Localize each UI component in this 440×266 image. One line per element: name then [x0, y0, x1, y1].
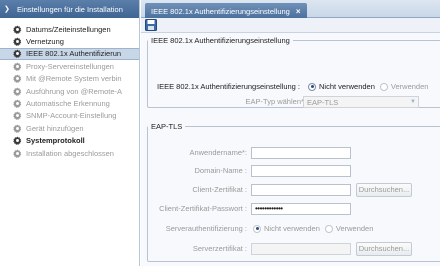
gear-icon — [13, 136, 22, 146]
server-cert-browse-button[interactable]: Durchsuchen... — [356, 242, 412, 256]
sidebar-item-label: SNMP-Account-Einstellung — [26, 111, 117, 121]
gear-icon — [13, 49, 22, 59]
eap-type-label: EAP-Typ wählen*: — [245, 97, 306, 106]
sidebar-item[interactable]: Ausführung von @Remote-A — [0, 85, 139, 97]
gear-icon — [13, 99, 22, 108]
sidebar-item-label: Proxy-Servereinstellungen — [26, 61, 114, 71]
save-icon[interactable] — [145, 19, 157, 31]
eap-type-select[interactable]: EAP-TLS ▼ — [303, 96, 419, 108]
sidebar-item-label: Automatische Erkennung — [26, 99, 110, 109]
username-input[interactable] — [251, 147, 351, 159]
gear-icon — [13, 25, 22, 34]
server-auth-options: Nicht verwenden Verwenden — [253, 224, 373, 233]
sidebar-item-label: IEEE 802.1x Authentifizierun — [26, 49, 122, 59]
client-cert-browse-button[interactable]: Durchsuchen... — [356, 183, 412, 197]
eap-type-label-row: EAP-Typ wählen*: — [211, 97, 306, 106]
server-auth-label-row: Serverauthentifizierung : — [147, 224, 247, 233]
chevron-down-icon[interactable]: ❯ — [4, 5, 13, 13]
gear-icon — [13, 124, 22, 133]
gear-icon — [13, 149, 22, 158]
client-cert-input[interactable] — [251, 184, 351, 196]
server-auth-off-radio[interactable] — [253, 224, 261, 233]
sidebar-item-label: Installation abgeschlossen — [26, 148, 114, 158]
auth-off-label[interactable]: Nicht verwenden — [319, 82, 375, 91]
sidebar-item-label: Systemprotokoll — [26, 136, 85, 146]
domain-label: Domain-Name : — [194, 166, 247, 175]
server-cert-label: Serverzertifikat : — [192, 244, 247, 253]
tab-label: IEEE 802.1x Authentifizierungseinstellun… — [151, 6, 290, 16]
ieee-group-legend: IEEE 802.1x Authentifizierungseinstellun… — [151, 36, 290, 45]
sidebar-header[interactable]: ❯ Einstellungen für die Installation — [0, 0, 139, 18]
sidebar-item[interactable]: Proxy-Servereinstellungen — [0, 60, 139, 72]
server-auth-label: Serverauthentifizierung : — [165, 224, 247, 233]
domain-row: Domain-Name : — [147, 166, 247, 175]
gear-icon — [13, 62, 22, 71]
client-cert-row: Client-Zertifikat : — [147, 185, 247, 194]
domain-input[interactable] — [251, 165, 351, 177]
sidebar-item[interactable]: Automatische Erkennung — [0, 97, 139, 109]
gear-icon — [13, 87, 22, 96]
client-cert-pw-input[interactable]: •••••••••••• — [251, 203, 351, 215]
close-icon[interactable]: × — [296, 7, 301, 16]
client-cert-label: Client-Zertifikat : — [192, 185, 247, 194]
sidebar-item-label: Datums/Zeiteinstellungen — [26, 24, 111, 34]
server-auth-off-label[interactable]: Nicht verwenden — [264, 224, 320, 233]
server-auth-on-radio[interactable] — [324, 224, 333, 233]
sidebar-item-label: Mit @Remote System verbin — [26, 74, 122, 84]
auth-off-radio[interactable] — [308, 82, 317, 91]
sidebar-item[interactable]: IEEE 802.1x Authentifizierun — [0, 47, 139, 61]
server-cert-input[interactable] — [251, 243, 351, 255]
server-auth-on-label[interactable]: Verwenden — [336, 224, 374, 233]
sidebar-item-label: Vernetzung — [26, 37, 64, 47]
sidebar-item[interactable]: SNMP-Account-Einstellung — [0, 110, 139, 122]
sidebar-header-title: Einstellungen für die Installation — [17, 4, 123, 14]
settings-sidebar: ❯ Einstellungen für die Installation Dat… — [0, 0, 140, 266]
password-value: •••••••••••• — [255, 204, 283, 213]
sidebar-item[interactable]: Systemprotokoll — [0, 135, 139, 147]
sidebar-item-label: Gerät hinzufügen — [26, 123, 84, 133]
sidebar-item-label: Ausführung von @Remote-A — [26, 86, 122, 96]
chevron-down-icon[interactable]: ▼ — [409, 98, 417, 107]
main-panel: IEEE 802.1x Authentifizierungseinstellun… — [141, 0, 440, 266]
eap-type-value: EAP-TLS — [307, 98, 339, 107]
server-cert-row: Serverzertifikat : — [147, 244, 247, 253]
sidebar-item[interactable]: Vernetzung — [0, 35, 139, 47]
client-cert-pw-row: Client-Zertifikat-Passwort : — [147, 204, 247, 213]
auth-setting-label: IEEE 802.1x Authentifizierungseinstellun… — [157, 82, 301, 91]
sidebar-item[interactable]: Mit @Remote System verbin — [0, 73, 139, 85]
auth-on-radio[interactable] — [379, 82, 388, 91]
sidebar-item[interactable]: Datums/Zeiteinstellungen — [0, 23, 139, 35]
sidebar-item[interactable]: Installation abgeschlossen — [0, 147, 139, 159]
sidebar-list: Datums/Zeiteinstellungen Vernetzung IEEE 8… — [0, 18, 139, 159]
gear-icon — [13, 111, 22, 121]
username-label: Anwendername*: — [189, 148, 247, 157]
gear-icon — [13, 74, 22, 84]
auth-on-label[interactable]: Verwenden — [391, 82, 429, 91]
tab-bar: IEEE 802.1x Authentifizierungseinstellun… — [141, 0, 440, 19]
username-row: Anwendername*: — [147, 148, 247, 157]
eap-tls-legend: EAP-TLS — [151, 122, 183, 131]
tab-ieee-auth[interactable]: IEEE 802.1x Authentifizierungseinstellun… — [145, 3, 307, 19]
auth-setting-row: IEEE 802.1x Authentifizierungseinstellun… — [157, 82, 428, 91]
client-cert-pw-label: Client-Zertifikat-Passwort : — [159, 204, 247, 213]
gear-icon — [13, 37, 22, 46]
sidebar-item[interactable]: Gerät hinzufügen — [0, 122, 139, 134]
toolbar — [141, 18, 440, 33]
